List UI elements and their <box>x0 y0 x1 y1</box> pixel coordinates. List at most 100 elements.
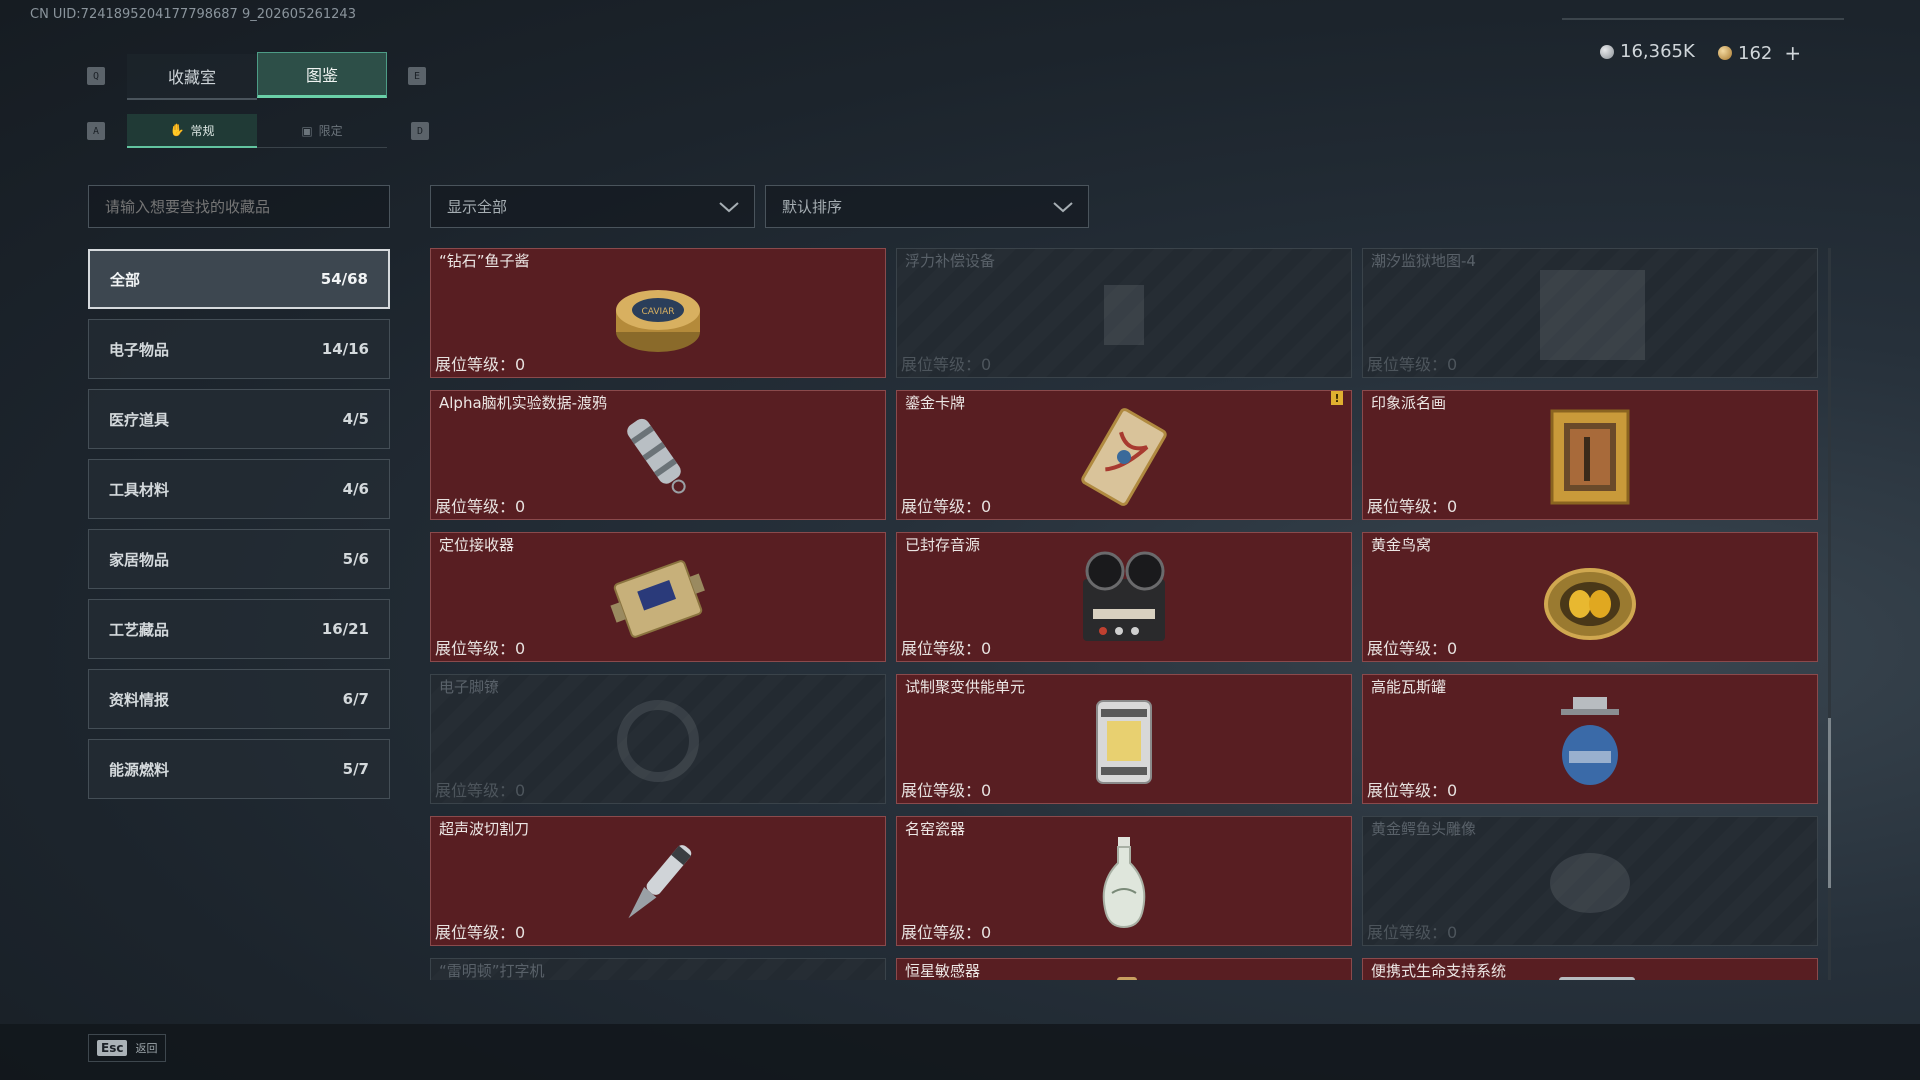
item-card[interactable]: 名窑瓷器 展位等级：0 <box>896 816 1352 946</box>
item-name: 鎏金卡牌 <box>905 394 966 412</box>
gas-canister-icon <box>1535 691 1645 791</box>
item-level: 展位等级：0 <box>901 781 992 800</box>
item-card[interactable]: 黄金鸟窝 展位等级：0 <box>1362 532 1818 662</box>
item-name: 浮力补偿设备 <box>905 252 996 270</box>
category-count: 54/68 <box>320 270 368 288</box>
item-level: 展位等级：0 <box>901 497 992 516</box>
category-all[interactable]: 全部 54/68 <box>88 249 390 309</box>
item-name: 潮汐监狱地图-4 <box>1371 252 1476 270</box>
item-card[interactable]: 印象派名画 展位等级：0 <box>1362 390 1818 520</box>
data-capsule-icon <box>603 407 713 507</box>
search-input[interactable] <box>88 185 390 228</box>
item-card[interactable]: 潮汐监狱地图-4 展位等级：0 <box>1362 248 1818 378</box>
category-tools[interactable]: 工具材料 4/6 <box>88 459 390 519</box>
item-name: 超声波切割刀 <box>439 820 530 838</box>
item-card[interactable]: 电子脚镣 展位等级：0 <box>430 674 886 804</box>
player-uid: CN UID:7241895204177798687 9_20260526124… <box>30 7 356 22</box>
category-intel[interactable]: 资料情报 6/7 <box>88 669 390 729</box>
item-card[interactable]: 便携式生命支持系统 <box>1362 958 1818 980</box>
scrollbar-thumb[interactable] <box>1828 718 1831 888</box>
chevron-down-icon <box>719 201 739 212</box>
item-name: 电子脚镣 <box>439 678 500 696</box>
item-name: 试制聚变供能单元 <box>905 678 1026 696</box>
item-level: 展位等级：0 <box>901 923 992 942</box>
category-household[interactable]: 家居物品 5/6 <box>88 529 390 589</box>
back-button[interactable]: Esc 返回 <box>88 1034 167 1062</box>
item-name: 高能瓦斯罐 <box>1371 678 1447 696</box>
category-label: 工具材料 <box>109 480 170 499</box>
silver-coin-icon <box>1600 44 1614 59</box>
item-level: 展位等级：0 <box>435 781 526 800</box>
tab-collection-room[interactable]: 收藏室 <box>127 54 257 100</box>
back-label: 返回 <box>135 1042 158 1055</box>
item-name: “钻石”鱼子酱 <box>439 252 530 270</box>
esc-key-hint: Esc <box>97 1040 128 1056</box>
item-card[interactable]: 已封存音源 展位等级：0 <box>896 532 1352 662</box>
porcelain-vase-icon <box>1069 833 1179 933</box>
subtab-regular[interactable]: ✋ 常规 <box>127 114 257 148</box>
item-level: 展位等级：0 <box>435 355 526 374</box>
tab-codex[interactable]: 图鉴 <box>257 52 387 98</box>
category-count: 5/6 <box>342 550 369 568</box>
caviar-tin-icon: CAVIAR <box>603 265 713 365</box>
item-card[interactable]: Alpha脑机实验数据-渡鸦 展位等级：0 <box>430 390 886 520</box>
gold-amount: 162 <box>1738 42 1773 64</box>
item-level: 展位等级：0 <box>901 355 992 374</box>
category-label: 能源燃料 <box>109 760 170 779</box>
item-name: 便携式生命支持系统 <box>1371 962 1507 980</box>
category-fuel[interactable]: 能源燃料 5/7 <box>88 739 390 799</box>
filter-dropdown[interactable]: 显示全部 <box>430 185 755 228</box>
subtab-limited[interactable]: ▣ 限定 <box>257 114 387 148</box>
item-name: 已封存音源 <box>905 536 981 554</box>
key-hint-a: A <box>87 122 105 140</box>
item-card[interactable]: 试制聚变供能单元 展位等级：0 <box>896 674 1352 804</box>
filter-value: 显示全部 <box>447 198 508 216</box>
item-card[interactable]: 恒星敏感器 <box>896 958 1352 980</box>
item-name: “雷明顿”打字机 <box>439 962 545 980</box>
item-level: 展位等级：0 <box>1367 355 1458 374</box>
item-name: Alpha脑机实验数据-渡鸦 <box>439 394 608 412</box>
ankle-monitor-icon <box>603 691 713 791</box>
category-crafts[interactable]: 工艺藏品 16/21 <box>88 599 390 659</box>
croc-statue-icon <box>1535 833 1645 933</box>
image-icon: ▣ <box>301 123 313 138</box>
category-count: 5/7 <box>342 760 369 778</box>
key-hint-q: Q <box>87 67 105 85</box>
item-name: 印象派名画 <box>1371 394 1447 412</box>
category-count: 16/21 <box>321 620 369 638</box>
golden-nest-icon <box>1535 549 1645 649</box>
category-count: 6/7 <box>342 690 369 708</box>
subtab-regular-label: 常规 <box>190 123 215 138</box>
svg-text:CAVIAR: CAVIAR <box>641 307 674 317</box>
item-card[interactable]: “钻石”鱼子酱 CAVIAR 展位等级：0 <box>430 248 886 378</box>
item-card[interactable]: 超声波切割刀 展位等级：0 <box>430 816 886 946</box>
hand-icon: ✋ <box>169 123 185 137</box>
item-card[interactable]: 高能瓦斯罐 展位等级：0 <box>1362 674 1818 804</box>
item-level: 展位等级：0 <box>1367 923 1458 942</box>
item-card[interactable]: 黄金鳄鱼头雕像 展位等级：0 <box>1362 816 1818 946</box>
item-name: 黄金鸟窝 <box>1371 536 1432 554</box>
item-name: 黄金鳄鱼头雕像 <box>1371 820 1477 838</box>
ultrasonic-knife-icon <box>603 833 713 933</box>
fusion-cell-icon <box>1069 691 1179 791</box>
key-hint-e: E <box>408 67 426 85</box>
category-label: 家居物品 <box>109 550 170 569</box>
item-card[interactable]: 定位接收器 展位等级：0 <box>430 532 886 662</box>
item-card[interactable]: 鎏金卡牌 ! 展位等级：0 <box>896 390 1352 520</box>
sort-value: 默认排序 <box>782 198 843 216</box>
alert-badge: ! <box>1331 391 1343 405</box>
category-electronics[interactable]: 电子物品 14/16 <box>88 319 390 379</box>
category-label: 电子物品 <box>109 340 170 359</box>
bottom-bar <box>0 1024 1920 1080</box>
add-currency-button[interactable]: + <box>1784 41 1801 65</box>
item-level: 展位等级：0 <box>1367 497 1458 516</box>
category-label: 全部 <box>110 270 141 289</box>
item-level: 展位等级：0 <box>435 497 526 516</box>
item-card[interactable]: “雷明顿”打字机 <box>430 958 886 980</box>
category-medical[interactable]: 医疗道具 4/5 <box>88 389 390 449</box>
painting-icon <box>1535 407 1645 507</box>
item-level: 展位等级：0 <box>901 639 992 658</box>
top-divider <box>1562 18 1844 20</box>
item-card[interactable]: 浮力补偿设备 展位等级：0 <box>896 248 1352 378</box>
sort-dropdown[interactable]: 默认排序 <box>765 185 1089 228</box>
